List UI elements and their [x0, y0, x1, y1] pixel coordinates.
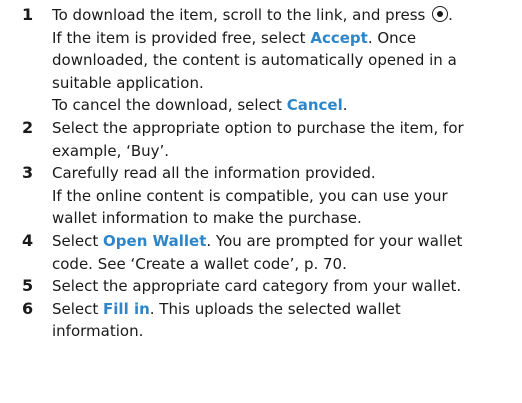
step-2: 2 Select the appropriate option to purch… [0, 117, 522, 162]
step-text: To download the item, scroll to the link… [52, 6, 426, 24]
step-text-line: Select Open Wallet. You are prompted for… [52, 230, 522, 253]
step-text-line: If the online content is compatible, you… [52, 186, 448, 205]
step-text-line: code. See ‘Create a wallet code’, p. 70. [52, 254, 347, 273]
step-number: 4 [22, 230, 34, 250]
step-6: 6 Select Fill in. This uploads the selec… [0, 298, 522, 343]
step-text-line: downloaded, the content is automatically… [52, 51, 457, 70]
step-number: 6 [22, 298, 34, 318]
step-text: . Once [367, 28, 417, 47]
select-key-icon [432, 6, 449, 22]
ui-term-accept: Accept [310, 28, 368, 47]
step-text: Select [52, 231, 104, 250]
step-text-line: Carefully read all the information provi… [52, 164, 376, 183]
ui-term-cancel: Cancel [286, 96, 343, 115]
step-text-line: wallet information to make the purchase. [52, 209, 362, 228]
step-text-line: To cancel the download, select Cancel. [52, 94, 522, 117]
instruction-steps: 1 To download the item, scroll to the li… [0, 4, 522, 343]
step-text-line: If the item is provided free, select Acc… [52, 27, 522, 50]
step-text-line: Select the appropriate option to purchas… [52, 118, 464, 137]
step-text: . You are prompted for your wallet [206, 231, 463, 250]
step-text-line: information. [52, 322, 144, 341]
step-number: 5 [22, 276, 34, 296]
step-text: Select [52, 299, 104, 318]
step-text-line: Select the appropriate card category fro… [52, 277, 462, 296]
step-text: To cancel the download, select [52, 96, 287, 115]
step-text-line: example, ‘Buy’. [52, 141, 170, 160]
step-5: 5 Select the appropriate card category f… [0, 275, 522, 298]
step-text: . [342, 96, 348, 115]
step-text-line: To download the item, scroll to the link… [52, 4, 522, 27]
step-text: If the item is provided free, select [52, 28, 311, 47]
step-number: 2 [22, 117, 34, 137]
step-3: 3 Carefully read all the information pro… [0, 162, 522, 230]
step-1: 1 To download the item, scroll to the li… [0, 4, 522, 117]
ui-term-fill-in: Fill in [103, 299, 150, 318]
step-4: 4 Select Open Wallet. You are prompted f… [0, 230, 522, 275]
step-text-line: suitable application. [52, 73, 204, 92]
step-text: . [448, 6, 453, 24]
step-text: . This uploads the selected wallet [149, 299, 401, 318]
step-number: 3 [22, 163, 34, 183]
step-number: 1 [22, 5, 34, 24]
ui-term-open-wallet: Open Wallet [103, 231, 207, 250]
step-text-line: Select Fill in. This uploads the selecte… [52, 298, 522, 321]
